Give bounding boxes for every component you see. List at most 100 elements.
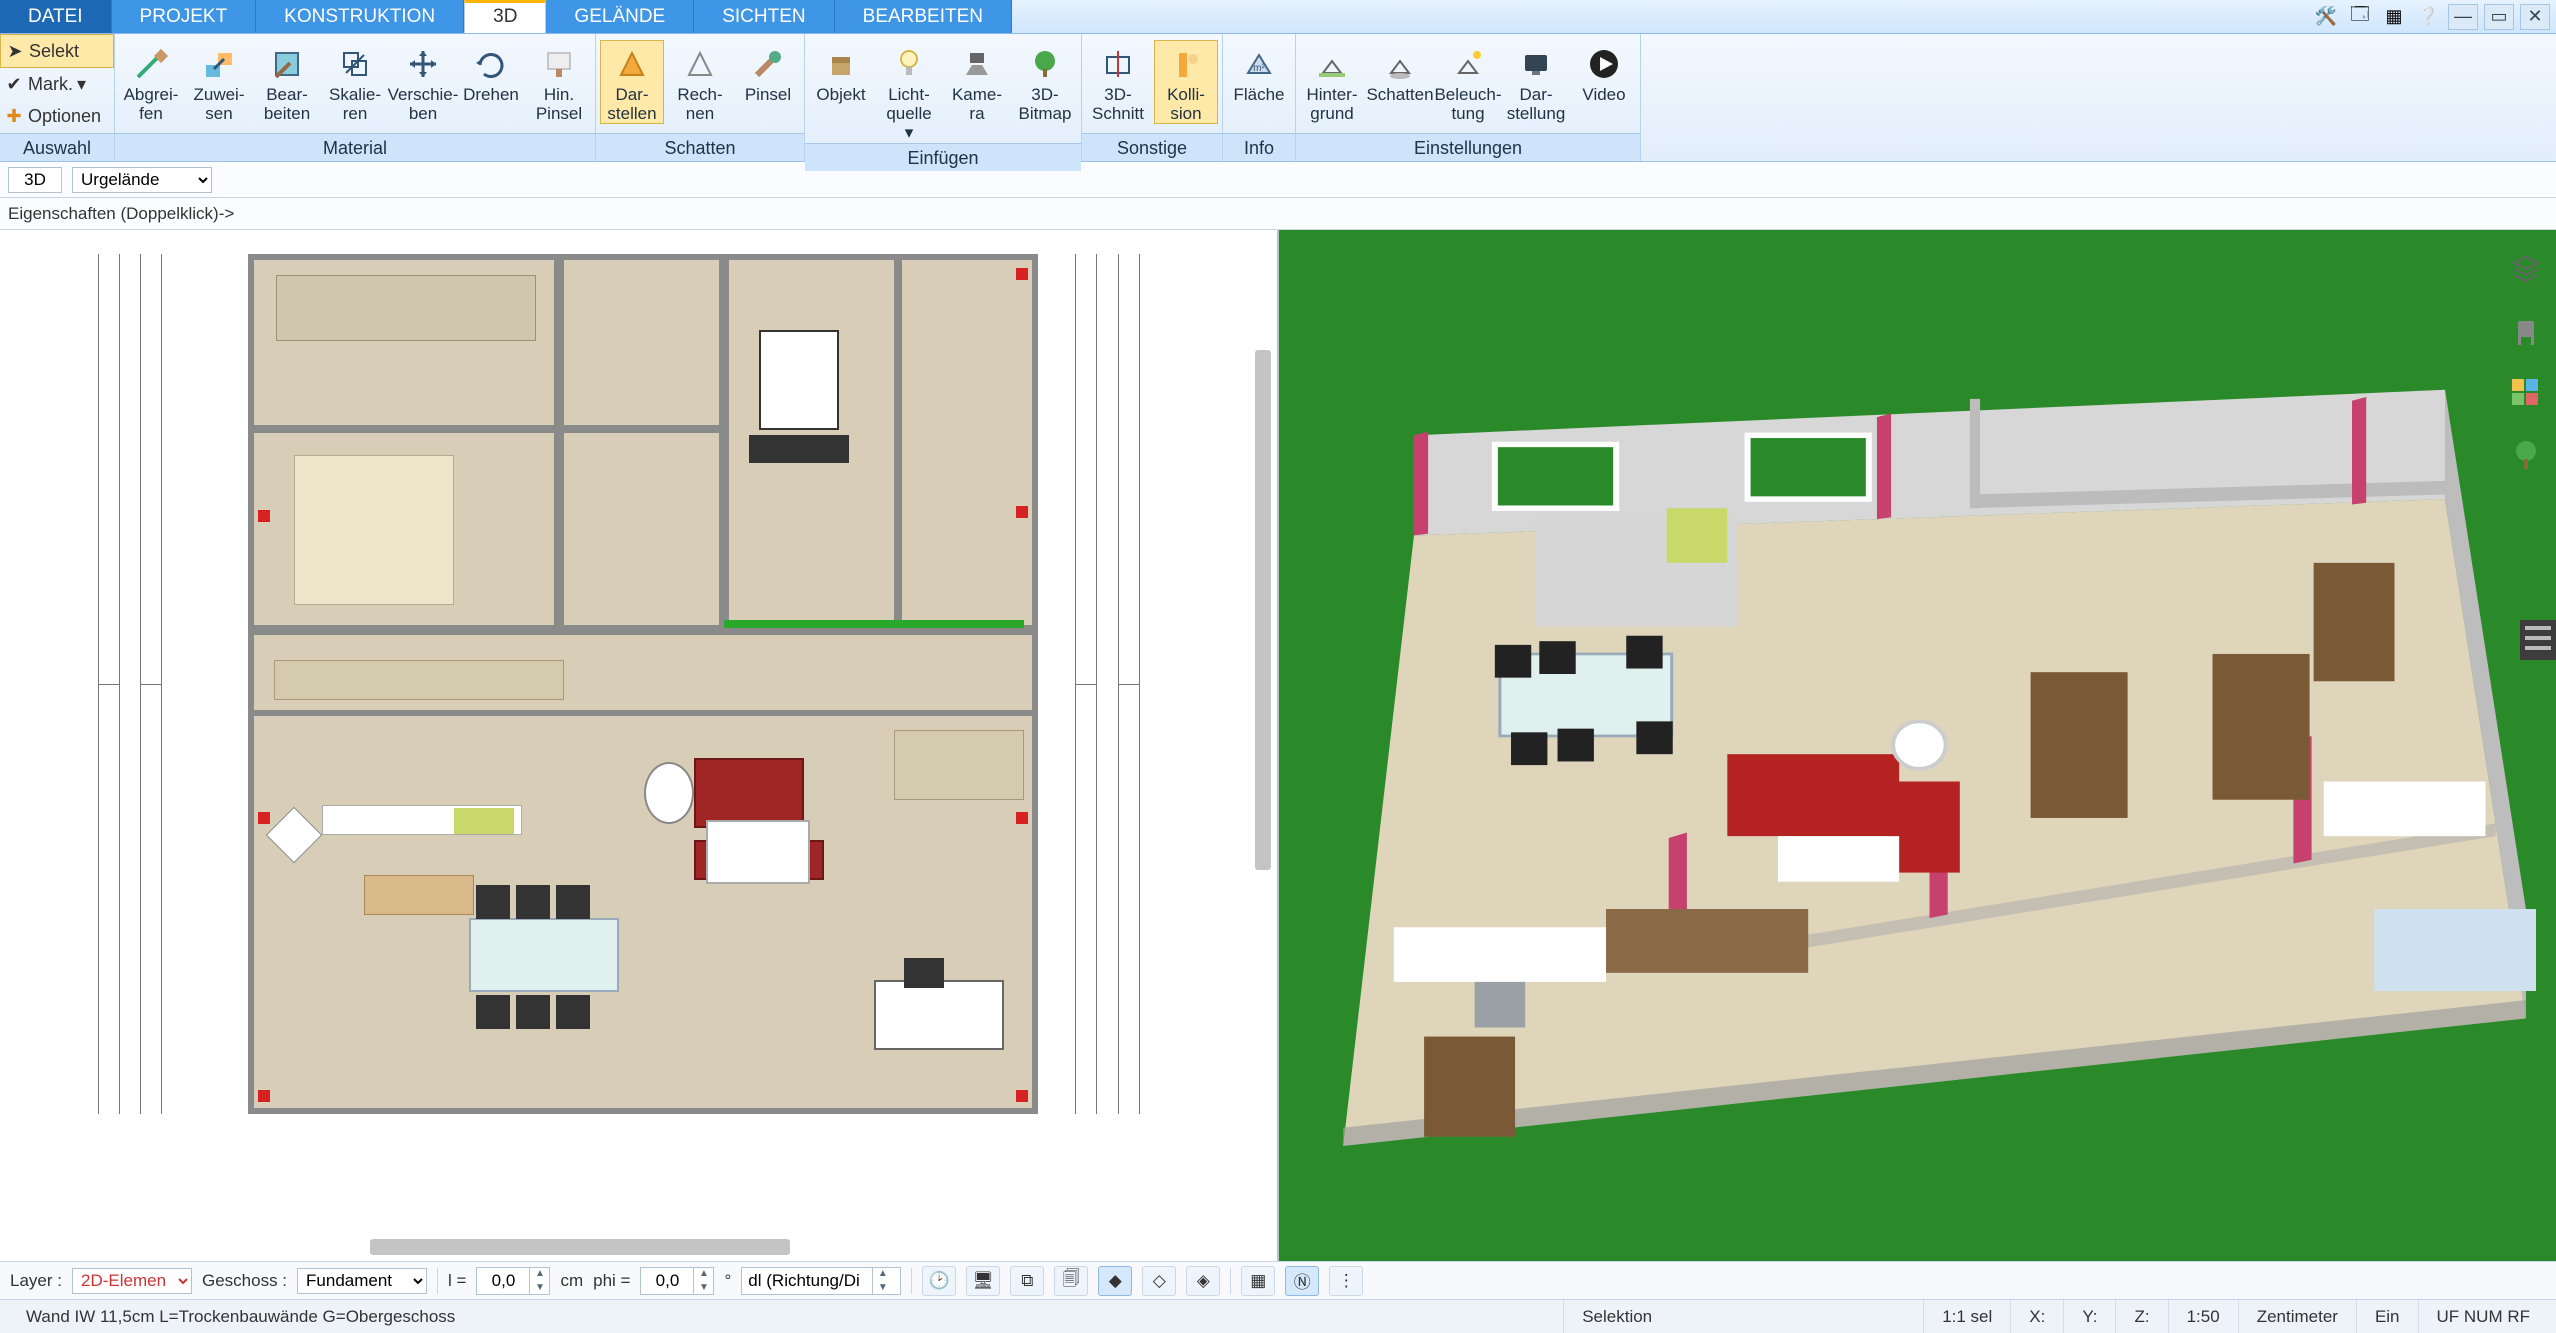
plan-horizontal-scrollbar[interactable]: [370, 1239, 790, 1255]
ribbon-3d-schnitt-button[interactable]: 3D- Schnitt: [1086, 40, 1150, 124]
restore-button[interactable]: ▭: [2484, 4, 2514, 30]
ribbon-schatten2-button[interactable]: Schatten: [1368, 40, 1432, 124]
ribbon-objekt-button[interactable]: Objekt: [809, 40, 873, 124]
mark-icon: ✔: [4, 74, 24, 95]
ribbon-darstellung-button[interactable]: Dar- stellung: [1504, 40, 1568, 124]
dl-input-box[interactable]: ▲▼: [741, 1267, 901, 1295]
layer-a-icon[interactable]: ◆: [1098, 1266, 1132, 1296]
ribbon-video-button[interactable]: Video: [1572, 40, 1636, 124]
ribbon-flaeche-button[interactable]: m²Fläche: [1227, 40, 1291, 124]
tools-icon[interactable]: 🛠️: [2312, 3, 2340, 31]
ribbon-hintergrund-button[interactable]: Hinter- grund: [1300, 40, 1364, 124]
menu-tab-gelaende[interactable]: GELÄNDE: [546, 0, 694, 33]
objekt-icon: [812, 43, 870, 85]
palette-icon[interactable]: [2507, 374, 2545, 412]
properties-hint-bar[interactable]: Eigenschaften (Doppelklick)->: [0, 198, 2556, 230]
ribbon-group-material: Abgrei- fenZuwei- senBear- beitenSkalie-…: [115, 34, 596, 161]
status-selection: Selektion: [1564, 1300, 1924, 1333]
ribbon-lichtquelle-button[interactable]: Licht- quelle ▾: [877, 40, 941, 143]
chair-icon[interactable]: [2507, 312, 2545, 350]
plan-2d-viewport[interactable]: [0, 230, 1279, 1261]
ribbon-hin-pinsel-button[interactable]: Hin. Pinsel: [527, 40, 591, 124]
beleuchtung-icon: [1439, 43, 1497, 85]
cursor-icon: ➤: [5, 41, 25, 62]
phi-input[interactable]: [641, 1271, 693, 1291]
dl-spin-down[interactable]: ▼: [873, 1281, 892, 1295]
3d-schnitt-label: 3D- Schnitt: [1089, 85, 1147, 123]
menu-tab-3d[interactable]: 3D: [464, 0, 546, 33]
view-mode-input[interactable]: [15, 170, 55, 190]
phi-spin-up[interactable]: ▲: [694, 1267, 713, 1281]
hintergrund-label: Hinter- grund: [1303, 85, 1361, 123]
terrain-layer-select[interactable]: Urgelände: [72, 167, 212, 193]
ribbon-rechnen-button[interactable]: Rech- nen: [668, 40, 732, 124]
layer-c-icon[interactable]: ◈: [1186, 1266, 1220, 1296]
copy-layer-icon[interactable]: 🗐: [1054, 1266, 1088, 1296]
close-button[interactable]: ✕: [2520, 4, 2550, 30]
select-mode-button[interactable]: ➤ Selekt: [0, 34, 114, 68]
l-label: l =: [448, 1271, 466, 1291]
ribbon-3d-bitmap-button[interactable]: 3D- Bitmap: [1013, 40, 1077, 124]
phi-spin-down[interactable]: ▼: [694, 1281, 713, 1295]
render-3d-viewport[interactable]: [1279, 230, 2556, 1261]
verschieben-icon: [394, 43, 452, 85]
ribbon-skalieren-button[interactable]: Skalie- ren: [323, 40, 387, 124]
render-drag-handle[interactable]: [2520, 620, 2556, 660]
drehen-label: Drehen: [462, 85, 520, 123]
ribbon-kollision-button[interactable]: Kolli- sion: [1154, 40, 1218, 124]
floorplan-canvas[interactable]: [248, 254, 1038, 1114]
layers-icon[interactable]: [2507, 250, 2545, 288]
menu-tab-konstruktion[interactable]: KONSTRUKTION: [256, 0, 464, 33]
window-icon[interactable]: 🗔: [2346, 3, 2374, 31]
options-label: Optionen: [28, 106, 101, 127]
tile-icon[interactable]: ▦: [2380, 3, 2408, 31]
ribbon-abgreifen-button[interactable]: Abgrei- fen: [119, 40, 183, 124]
menu-tab-projekt[interactable]: PROJEKT: [112, 0, 257, 33]
beleuchtung-label: Beleuch- tung: [1439, 85, 1497, 123]
dl-spin-up[interactable]: ▲: [873, 1267, 892, 1281]
phi-input-box[interactable]: ▲▼: [640, 1267, 714, 1295]
options-button[interactable]: ✚ Optionen: [0, 101, 114, 133]
help-icon[interactable]: ❔: [2414, 3, 2442, 31]
clock-icon[interactable]: 🕑: [922, 1266, 956, 1296]
dl-input[interactable]: [742, 1271, 872, 1291]
ribbon-verschieben-button[interactable]: Verschie- ben: [391, 40, 455, 124]
layer-select[interactable]: 2D-Elemen: [72, 1268, 192, 1294]
ribbon-pinsel-button[interactable]: Pinsel: [736, 40, 800, 124]
l-input[interactable]: [477, 1271, 529, 1291]
3d-bitmap-label: 3D- Bitmap: [1016, 85, 1074, 123]
pinsel-icon: [739, 43, 797, 85]
mark-mode-button[interactable]: ✔ Mark. ▾: [0, 68, 114, 100]
dual-window-icon[interactable]: ⧉: [1010, 1266, 1044, 1296]
menu-tab-bearbeiten[interactable]: BEARBEITEN: [835, 0, 1012, 33]
ribbon-beleuchtung-button[interactable]: Beleuch- tung: [1436, 40, 1500, 124]
l-spin-up[interactable]: ▲: [530, 1267, 549, 1281]
floor-select[interactable]: Fundament: [297, 1268, 427, 1294]
more-icon[interactable]: ⋮: [1329, 1266, 1363, 1296]
layer-b-icon[interactable]: ◇: [1142, 1266, 1176, 1296]
flaeche-label: Fläche: [1230, 85, 1288, 123]
minimize-button[interactable]: —: [2448, 4, 2478, 30]
ribbon-kamera-button[interactable]: Kame- ra: [945, 40, 1009, 124]
north-icon[interactable]: Ⓝ: [1285, 1266, 1319, 1296]
ribbon-darstellen-button[interactable]: Dar- stellen: [600, 40, 664, 124]
zuweisen-icon: [190, 43, 248, 85]
view-sub-toolbar: Urgelände: [0, 162, 2556, 198]
hintergrund-icon: [1303, 43, 1361, 85]
grid-icon[interactable]: ▦: [1241, 1266, 1275, 1296]
ribbon-drehen-button[interactable]: Drehen: [459, 40, 523, 124]
ribbon-group-label-auswahl: Auswahl: [0, 133, 114, 161]
l-input-box[interactable]: ▲▼: [476, 1267, 550, 1295]
monitor-icon[interactable]: 🖥: [966, 1266, 1000, 1296]
video-label: Video: [1575, 85, 1633, 123]
rechnen-icon: [671, 43, 729, 85]
plan-vertical-scrollbar[interactable]: [1255, 350, 1271, 870]
menu-tab-sichten[interactable]: SICHTEN: [694, 0, 834, 33]
view-mode-field[interactable]: [8, 167, 62, 193]
ribbon-zuweisen-button[interactable]: Zuwei- sen: [187, 40, 251, 124]
tree-icon[interactable]: [2507, 436, 2545, 474]
plus-icon: ✚: [4, 106, 24, 127]
menu-tab-datei[interactable]: DATEI: [0, 0, 112, 33]
l-spin-down[interactable]: ▼: [530, 1281, 549, 1295]
ribbon-bearbeiten-button[interactable]: Bear- beiten: [255, 40, 319, 124]
